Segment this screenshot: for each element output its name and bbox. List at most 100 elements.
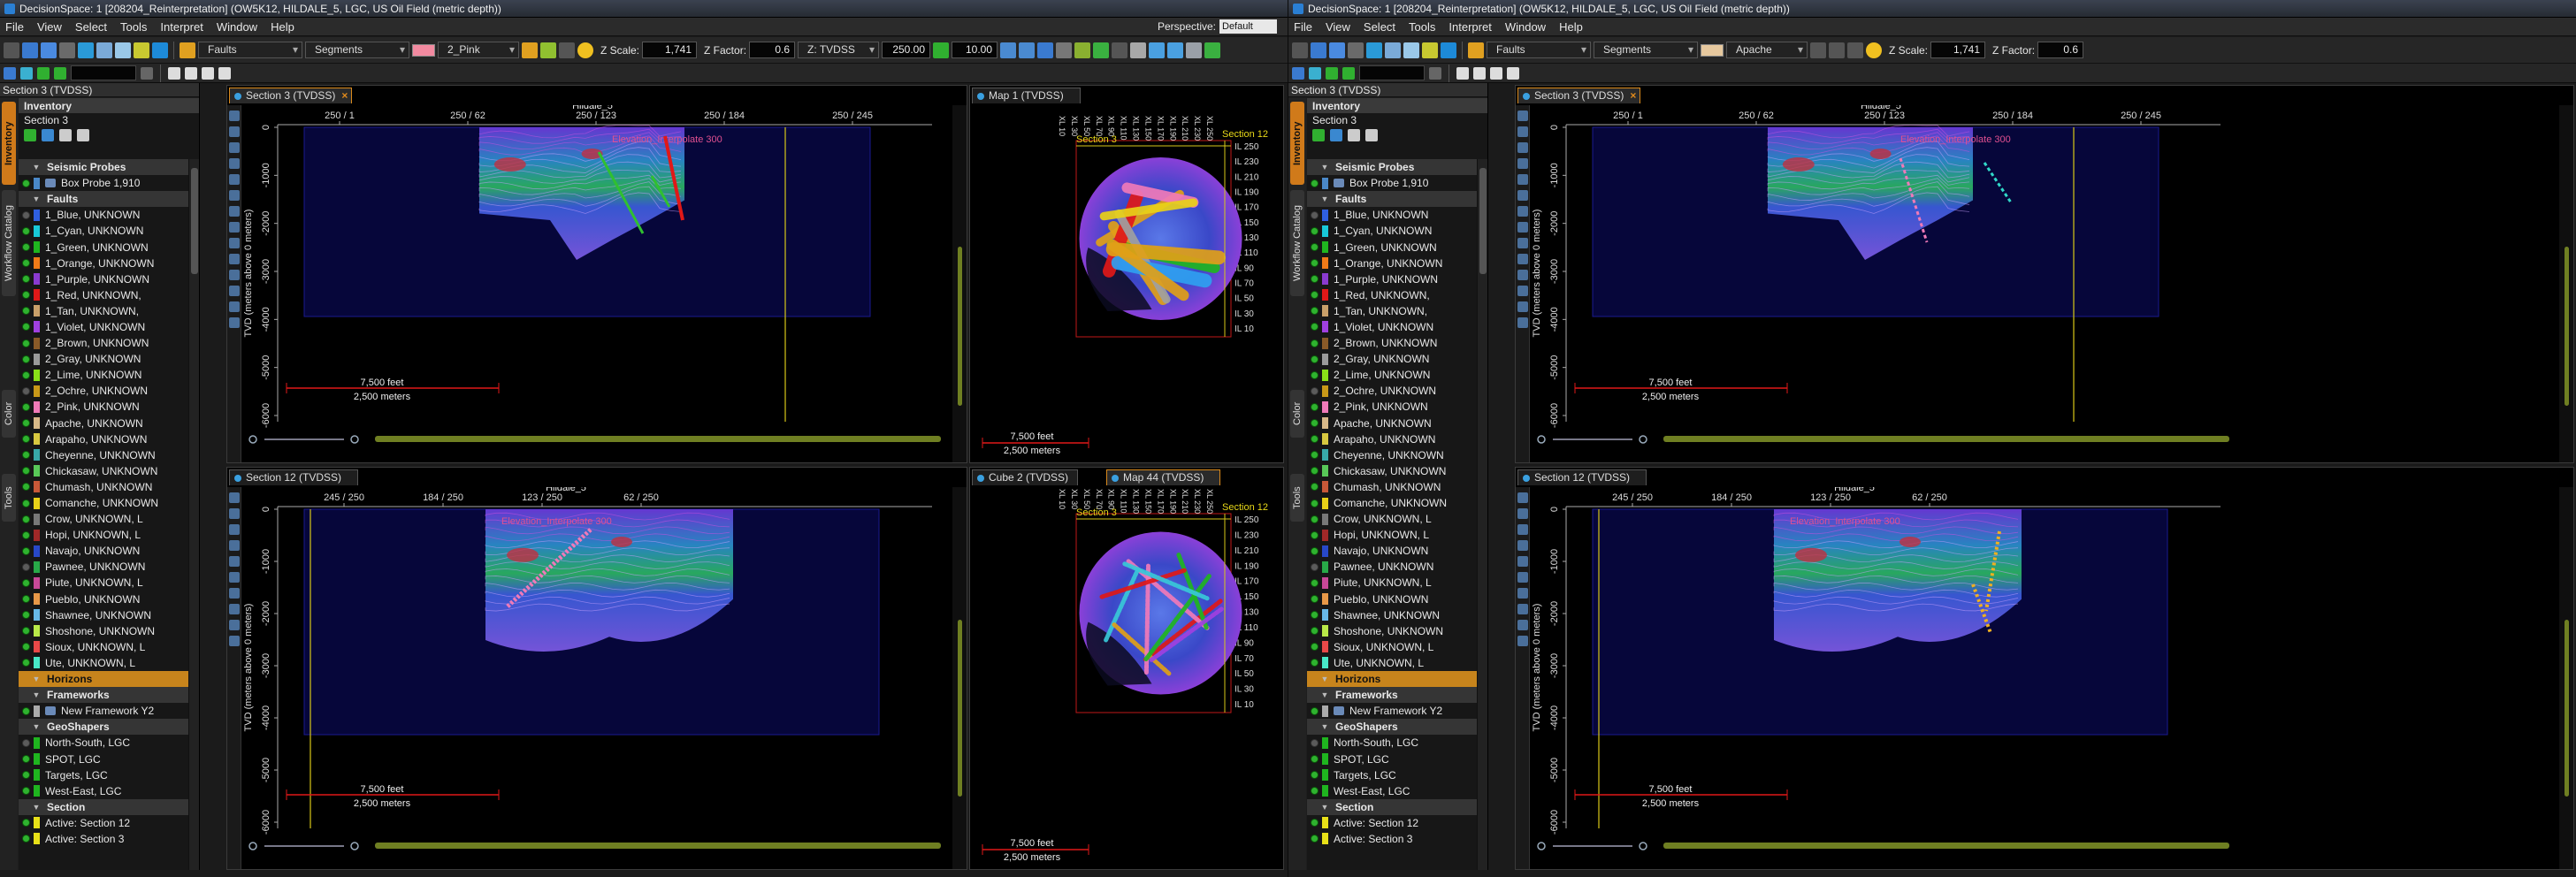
tree-item[interactable]: Shawnee, UNKNOWN — [19, 607, 188, 623]
tree-item[interactable]: Navajo, UNKNOWN — [19, 543, 188, 559]
z-factor-field[interactable]: 0.6 — [2037, 42, 2084, 58]
fault-color-swatch[interactable] — [1701, 43, 1724, 57]
z-scale-field[interactable]: 1,741 — [1930, 42, 1986, 58]
zoom-slider[interactable] — [952, 487, 967, 869]
probe-icon[interactable] — [4, 66, 16, 80]
tree-item[interactable]: Box Probe 1,910 — [1307, 175, 1477, 191]
visibility-toggle-icon[interactable] — [1311, 483, 1319, 492]
animation-step-field[interactable]: 10.00 — [952, 42, 998, 58]
tree-item[interactable]: Shoshone, UNKNOWN — [19, 623, 188, 639]
cursor-icon[interactable] — [1309, 66, 1321, 80]
visibility-toggle-icon[interactable] — [22, 499, 30, 507]
tree-item[interactable]: Targets, LGC — [1307, 767, 1477, 783]
expand-arrow-icon[interactable]: ▼ — [1319, 675, 1330, 683]
sort-icon[interactable] — [1507, 66, 1519, 80]
visibility-toggle-icon[interactable] — [1311, 467, 1319, 476]
tab-map1[interactable]: Map 1 (TVDSS) — [972, 88, 1081, 103]
copy-layer-icon[interactable] — [77, 129, 89, 141]
measure-icon[interactable] — [134, 42, 149, 58]
tree-item[interactable]: SPOT, LGC — [1307, 751, 1477, 766]
collapse-icon[interactable] — [59, 129, 72, 141]
visibility-toggle-icon[interactable] — [22, 706, 30, 715]
snap-icon[interactable] — [1847, 42, 1863, 58]
tab-map44[interactable]: Map 44 (TVDSS) — [1106, 469, 1221, 485]
tree-item[interactable]: Hopi, UNKNOWN, L — [19, 527, 188, 543]
visibility-toggle-icon[interactable] — [1311, 402, 1319, 411]
pointer-icon[interactable] — [1056, 42, 1073, 58]
tree-group[interactable]: ▼ Section — [19, 798, 188, 815]
visibility-toggle-icon[interactable] — [22, 323, 30, 332]
visibility-toggle-icon[interactable] — [22, 435, 30, 444]
section3-canvas[interactable]: Elevation_Interpolate 300 0 -1000 -2000 -300… — [1531, 105, 2240, 448]
list-icon[interactable] — [168, 66, 180, 80]
visibility-toggle-icon[interactable] — [1311, 706, 1319, 715]
expand-icon[interactable] — [1330, 129, 1342, 141]
menu-interpret[interactable]: Interpret — [160, 20, 203, 34]
visibility-toggle-icon[interactable] — [1311, 307, 1319, 316]
bookmark-icon[interactable] — [1037, 42, 1054, 58]
visibility-toggle-icon[interactable] — [22, 355, 30, 363]
cascade-icon[interactable] — [1167, 42, 1184, 58]
visibility-toggle-icon[interactable] — [1311, 243, 1319, 252]
tree-item[interactable]: Pueblo, UNKNOWN — [19, 591, 188, 607]
tree-item[interactable]: Comanche, UNKNOWN — [19, 495, 188, 511]
visibility-toggle-icon[interactable] — [22, 307, 30, 316]
visibility-toggle-icon[interactable] — [22, 402, 30, 411]
visibility-toggle-icon[interactable] — [22, 210, 30, 219]
add-icon[interactable] — [24, 129, 36, 141]
tree-item[interactable]: 1_Tan, UNKNOWN, — [1307, 303, 1477, 319]
tree-item[interactable]: 1_Cyan, UNKNOWN — [1307, 223, 1477, 239]
interpret-pencil-icon[interactable] — [1468, 42, 1484, 58]
menu-window[interactable]: Window — [217, 20, 257, 34]
tree-item[interactable]: 2_Gray, UNKNOWN — [19, 351, 188, 367]
tree-item[interactable]: West-East, LGC — [19, 783, 188, 799]
visibility-toggle-icon[interactable] — [22, 451, 30, 460]
tree-item[interactable]: 2_Ochre, UNKNOWN — [1307, 383, 1477, 399]
tab-color[interactable]: Color — [1290, 390, 1304, 438]
select-icon[interactable] — [1385, 42, 1401, 58]
tree-item[interactable]: 1_Blue, UNKNOWN — [19, 207, 188, 223]
z-factor-field[interactable]: 0.6 — [749, 42, 796, 58]
tree-item[interactable]: Comanche, UNKNOWN — [1307, 495, 1477, 511]
visibility-toggle-icon[interactable] — [22, 386, 30, 395]
tree-item[interactable]: Hopi, UNKNOWN, L — [1307, 527, 1477, 543]
refresh-icon[interactable] — [1204, 42, 1221, 58]
probe-icon[interactable] — [1292, 66, 1304, 80]
expand-icon[interactable] — [42, 129, 54, 141]
tree-item[interactable]: Chumash, UNKNOWN — [1307, 479, 1477, 495]
tree-item[interactable]: Ute, UNKNOWN, L — [1307, 655, 1477, 671]
visibility-toggle-icon[interactable] — [22, 515, 30, 523]
visibility-toggle-icon[interactable] — [1311, 435, 1319, 444]
object-type-select[interactable]: Faults — [1487, 42, 1591, 58]
visibility-toggle-icon[interactable] — [22, 611, 30, 620]
perspective-select[interactable]: Default — [1219, 19, 1277, 34]
menu-help[interactable]: Help — [1559, 20, 1583, 34]
measure-icon[interactable] — [1422, 42, 1438, 58]
visibility-toggle-icon[interactable] — [1311, 291, 1319, 300]
tree-item[interactable]: Apache, UNKNOWN — [19, 416, 188, 431]
visibility-toggle-icon[interactable] — [1311, 179, 1319, 187]
visibility-toggle-icon[interactable] — [22, 755, 30, 764]
visibility-toggle-icon[interactable] — [22, 595, 30, 604]
tree-item[interactable]: Shoshone, UNKNOWN — [1307, 623, 1477, 639]
tree-item[interactable]: Arapaho, UNKNOWN — [19, 431, 188, 447]
tree-item[interactable]: Cheyenne, UNKNOWN — [1307, 447, 1477, 463]
tree-item[interactable]: North-South, LGC — [19, 735, 188, 751]
object-type-select[interactable]: Faults — [198, 42, 302, 58]
menu-select[interactable]: Select — [75, 20, 107, 34]
visibility-toggle-icon[interactable] — [1311, 259, 1319, 268]
tree-group[interactable]: ▼ Faults — [19, 191, 188, 208]
z-scale-field[interactable]: 1,741 — [642, 42, 698, 58]
tree-item[interactable]: Active: Section 3 — [19, 831, 188, 847]
visibility-toggle-icon[interactable] — [1311, 643, 1319, 652]
tree-item[interactable]: 1_Cyan, UNKNOWN — [19, 223, 188, 239]
play-icon[interactable] — [933, 42, 950, 58]
visibility-toggle-icon[interactable] — [1311, 835, 1319, 843]
pick-mode-select[interactable]: Segments — [1594, 42, 1698, 58]
tab-section3[interactable]: Section 3 (TVDSS) × — [229, 88, 353, 103]
tree-item[interactable]: New Framework Y2 — [1307, 703, 1477, 719]
copy-layer-icon[interactable] — [1365, 129, 1378, 141]
tree-item[interactable]: 1_Purple, UNKNOWN — [1307, 271, 1477, 287]
info-icon[interactable] — [37, 66, 50, 80]
tree-group[interactable]: ▼ Faults — [1307, 191, 1477, 208]
